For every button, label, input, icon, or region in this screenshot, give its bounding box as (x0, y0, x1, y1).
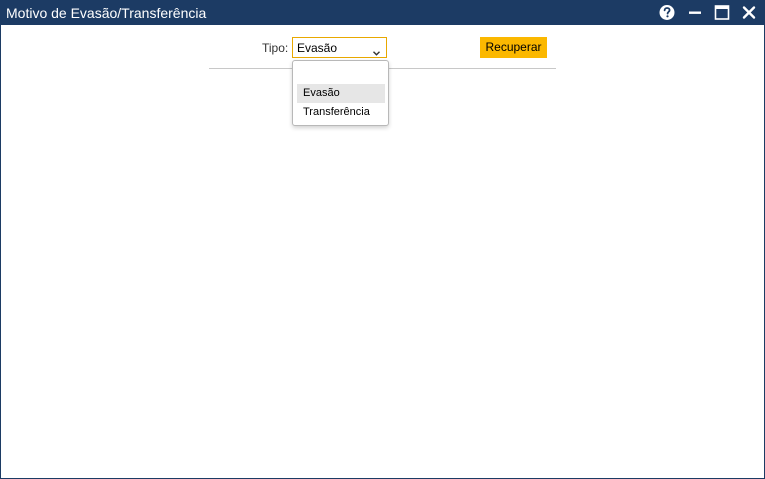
dropdown-option-evasao[interactable]: Evasão (297, 84, 385, 103)
close-icon[interactable] (739, 3, 759, 22)
tipo-label: Tipo: (262, 41, 289, 55)
help-icon[interactable] (657, 3, 677, 22)
tipo-select-value: Evasão (297, 41, 338, 55)
tipo-dropdown-list: Evasão Transferência (292, 60, 389, 126)
minimize-icon[interactable] (685, 3, 705, 22)
window-title: Motivo de Evasão/Transferência (6, 5, 207, 21)
dropdown-option-blank[interactable] (297, 63, 385, 82)
motivo-evasao-window: Motivo de Evasão/Transferência Tipo: Eva… (0, 0, 765, 479)
title-bar: Motivo de Evasão/Transferência (1, 0, 765, 25)
tipo-select[interactable]: Evasão (292, 37, 387, 58)
chevron-down-icon (372, 44, 381, 56)
recuperar-button[interactable]: Recuperar (480, 37, 547, 58)
dropdown-option-transferencia[interactable]: Transferência (297, 103, 385, 122)
maximize-icon[interactable] (712, 3, 732, 22)
